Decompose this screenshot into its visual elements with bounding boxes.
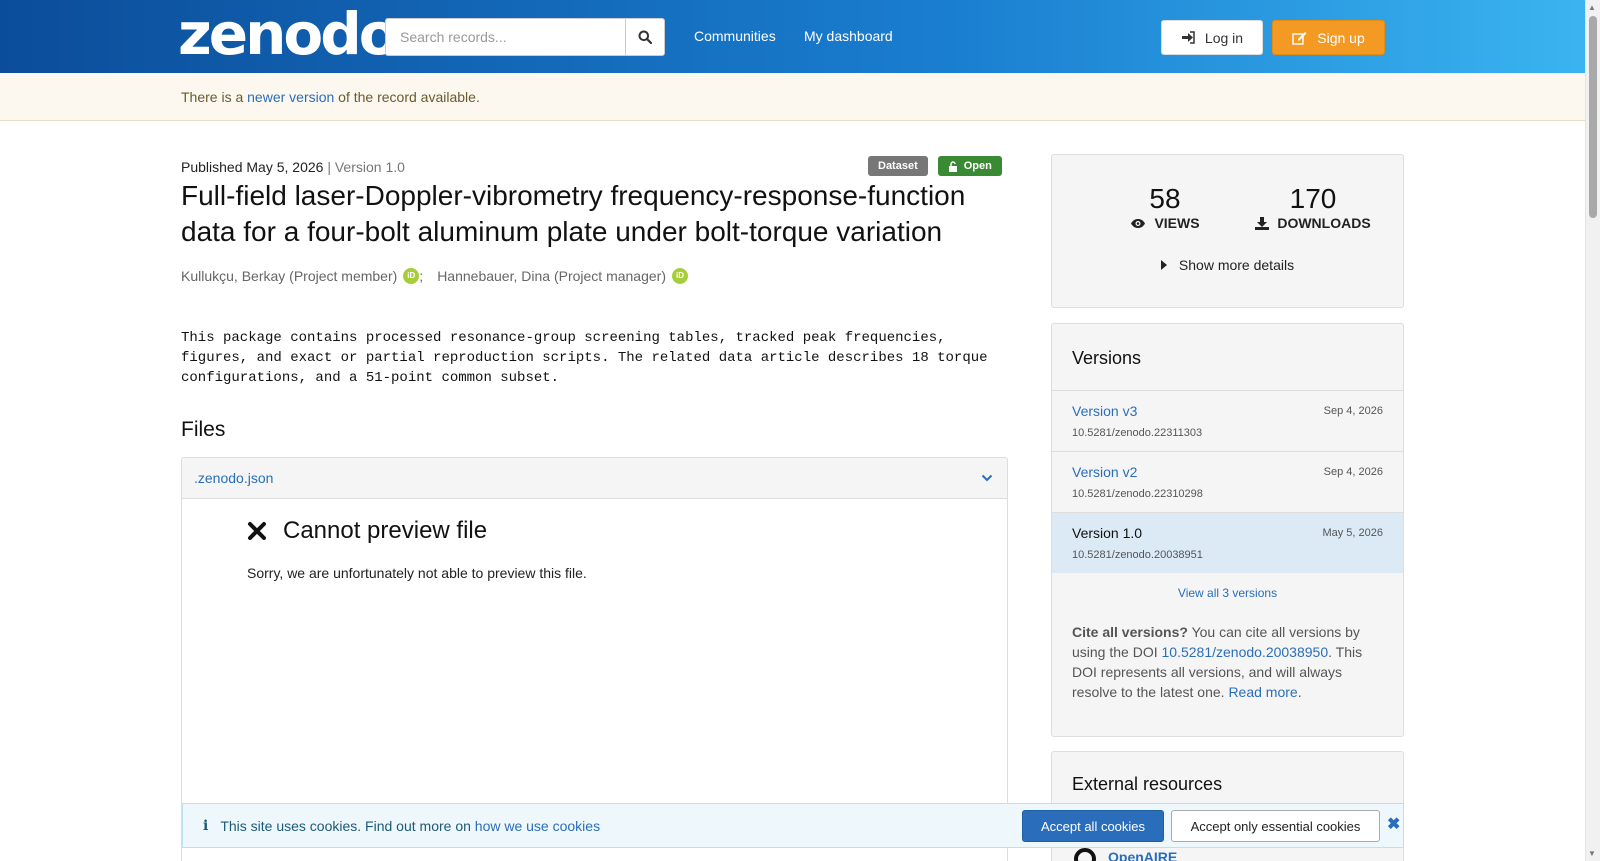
search-bar (385, 18, 665, 56)
version-link: Version 1.0 (1072, 525, 1143, 541)
creators-list: Kullukçu, Berkay (Project member) iD ; H… (181, 268, 688, 284)
version-item-current[interactable]: Version 1.0 May 5, 2026 10.5281/zenodo.20… (1052, 512, 1403, 573)
version-item[interactable]: Version v2 Sep 4, 2026 10.5281/zenodo.223… (1052, 451, 1403, 512)
search-icon (638, 30, 652, 44)
cookie-policy-link[interactable]: how we use cookies (475, 818, 600, 834)
sign-in-icon (1181, 31, 1195, 44)
views-stat: 58 VIEWS (1112, 183, 1218, 231)
search-input[interactable] (385, 18, 625, 56)
view-all-versions-link[interactable]: View all 3 versions (1052, 586, 1403, 600)
orcid-icon[interactable]: iD (671, 268, 688, 284)
file-name-link[interactable]: .zenodo.json (194, 470, 273, 486)
orcid-icon[interactable]: iD (403, 268, 420, 284)
file-preview-panel: .zenodo.json Cannot preview file Sorry, … (181, 457, 1008, 861)
login-button[interactable]: Log in (1161, 20, 1263, 55)
resource-type-badge[interactable]: Dataset (868, 156, 928, 176)
creator-name[interactable]: Hannebauer, Dina (Project manager) (437, 268, 666, 284)
stats-panel: 58 VIEWS 170 DOWNLOADS Show more details (1051, 154, 1404, 308)
edit-icon (1292, 31, 1307, 45)
download-icon (1255, 216, 1270, 230)
search-button[interactable] (625, 18, 665, 56)
scroll-down-icon[interactable]: ▼ (1588, 849, 1596, 858)
chevron-down-icon[interactable] (981, 474, 993, 482)
caret-right-icon (1160, 260, 1167, 270)
openaire-logo-icon (1074, 848, 1096, 861)
files-heading: Files (181, 418, 226, 441)
top-navbar: zenodo Communities My dashboard Log in S… (0, 0, 1585, 73)
record-badges: Dataset Open (868, 156, 1002, 176)
version-link[interactable]: Version v3 (1072, 403, 1137, 419)
scroll-up-icon[interactable]: ▲ (1588, 3, 1596, 12)
signup-button[interactable]: Sign up (1272, 20, 1385, 55)
concept-doi-link[interactable]: 10.5281/zenodo.20038950 (1162, 644, 1329, 660)
views-label: VIEWS (1154, 215, 1200, 231)
eye-icon (1131, 218, 1146, 228)
cannot-preview-message: Sorry, we are unfortunately not able to … (247, 565, 587, 581)
downloads-count: 170 (1289, 183, 1337, 214)
versions-panel: Versions Version v3 Sep 4, 2026 10.5281/z… (1051, 323, 1404, 737)
unlock-icon (948, 160, 957, 172)
record-title: Full-field laser-Doppler-vibrometry freq… (181, 180, 966, 247)
cannot-preview-title: Cannot preview file (247, 517, 1007, 545)
publication-info: Published May 5, 2026 | Version 1.0 (181, 159, 405, 175)
signup-label: Sign up (1317, 29, 1365, 46)
nav-communities[interactable]: Communities (694, 28, 776, 44)
downloads-label: DOWNLOADS (1277, 215, 1371, 231)
cookie-banner: i This site uses cookies. Find out more … (182, 803, 1404, 848)
info-icon: i (203, 817, 209, 834)
accept-all-cookies-button[interactable]: Accept all cookies (1022, 810, 1164, 842)
file-preview-header[interactable]: .zenodo.json (182, 458, 1007, 499)
external-resources-heading: External resources (1072, 774, 1223, 794)
newer-version-notice: There is a newer version of the record a… (0, 73, 1585, 121)
cite-all-versions-text: Cite all versions? You can cite all vers… (1072, 624, 1363, 700)
show-more-details-toggle[interactable]: Show more details (1052, 257, 1403, 273)
newer-version-link[interactable]: newer version (247, 89, 334, 105)
close-icon[interactable]: ✖ (1387, 814, 1400, 834)
creator-name[interactable]: Kullukçu, Berkay (Project member) (181, 268, 397, 284)
record-description: This package contains processed resonanc… (181, 330, 988, 386)
versions-heading: Versions (1072, 348, 1142, 368)
published-date: Published May 5, 2026 (181, 159, 324, 175)
version-item[interactable]: Version v3 Sep 4, 2026 10.5281/zenodo.223… (1052, 390, 1403, 451)
version-link[interactable]: Version v2 (1072, 464, 1137, 480)
nav-my-dashboard[interactable]: My dashboard (804, 28, 893, 44)
read-more-link[interactable]: Read more (1228, 684, 1297, 700)
views-count: 58 (1149, 183, 1181, 214)
close-icon (248, 522, 266, 540)
file-preview-body: Cannot preview file Sorry, we are unfort… (182, 499, 1007, 581)
login-label: Log in (1204, 29, 1244, 46)
access-badge[interactable]: Open (937, 156, 1002, 176)
zenodo-logo[interactable]: zenodo (178, 5, 399, 63)
downloads-stat: 170 DOWNLOADS (1246, 183, 1380, 231)
openaire-link[interactable]: OpenAIRE (1072, 846, 1177, 861)
scrollbar-thumb[interactable] (1589, 16, 1597, 218)
accept-essential-cookies-button[interactable]: Accept only essential cookies (1171, 810, 1380, 842)
record-version: Version 1.0 (334, 159, 405, 175)
